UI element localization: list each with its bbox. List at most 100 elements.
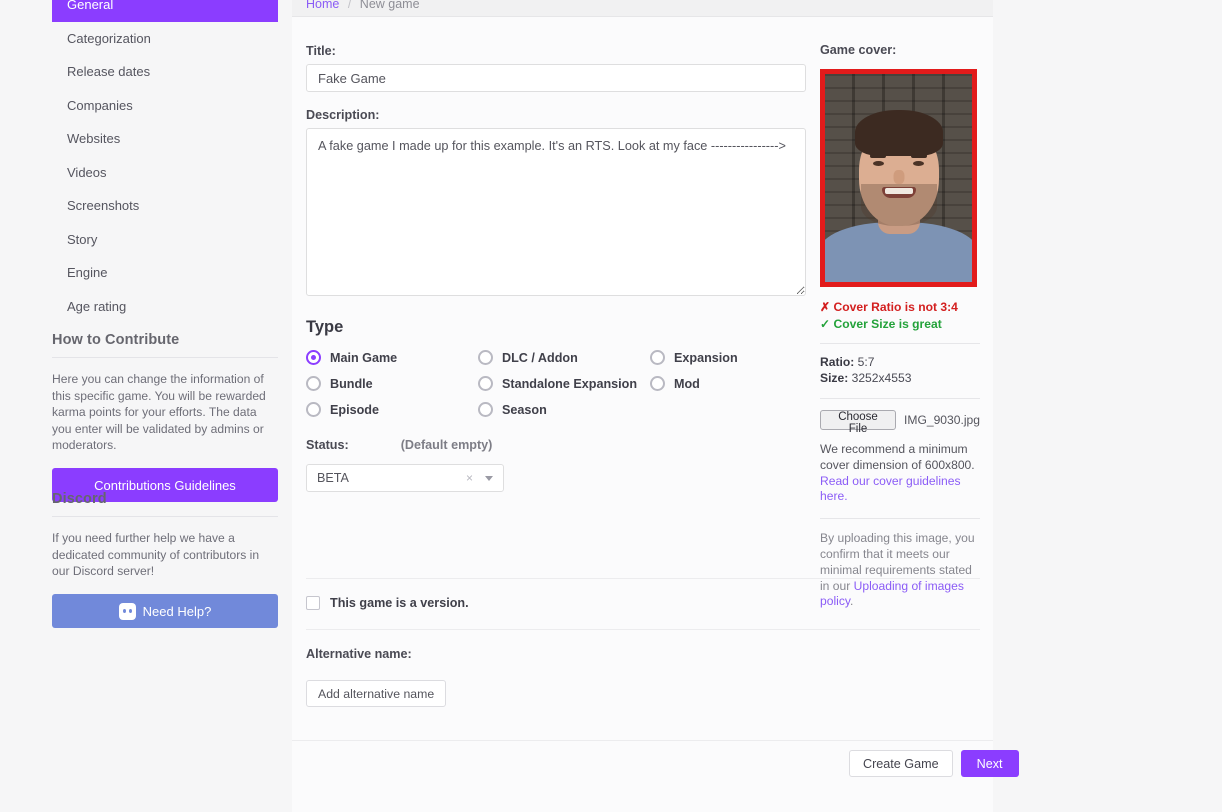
- cover-ratio-row: Ratio: 5:7: [820, 355, 980, 371]
- portrait-eye-left: [873, 161, 884, 166]
- portrait-brow-right: [911, 154, 927, 158]
- alternative-name-section: Alternative name: Add alternative name: [306, 647, 806, 707]
- cover-size-value: 3252x4553: [851, 370, 912, 385]
- radio-icon-standalone-expansion[interactable]: [478, 376, 493, 391]
- game-cover-label: Game cover:: [820, 43, 897, 57]
- checkbox-icon-version[interactable]: [306, 596, 320, 610]
- alternative-name-label: Alternative name:: [306, 647, 412, 661]
- validation-size: ✓ Cover Size is great: [820, 317, 980, 331]
- status-default-hint: (Default empty): [400, 438, 493, 452]
- sidebar-item-websites[interactable]: Websites: [52, 122, 278, 156]
- status-select[interactable]: BETA ×: [306, 464, 504, 492]
- cover-size-row: Size: 3252x4553: [820, 371, 980, 387]
- description-label: Description:: [306, 108, 380, 122]
- radio-icon-mod[interactable]: [650, 376, 665, 391]
- validation-ratio: ✗ Cover Ratio is not 3:4: [820, 300, 980, 314]
- breadcrumb-separator: /: [347, 0, 352, 11]
- discord-heading: Discord: [52, 491, 278, 517]
- status-section: Status: (Default empty) BETA ×: [306, 438, 806, 492]
- sidebar-item-age-rating[interactable]: Age rating: [52, 290, 278, 324]
- sidebar-item-release-dates[interactable]: Release dates: [52, 55, 278, 89]
- clear-icon[interactable]: ×: [466, 471, 473, 485]
- cover-divider-3: [820, 518, 980, 520]
- sidebar-item-story[interactable]: Story: [52, 223, 278, 257]
- divider-below-version: [306, 629, 980, 630]
- portrait-brow-left: [870, 154, 886, 158]
- sidebar-item-categorization[interactable]: Categorization: [52, 22, 278, 56]
- cover-size-key: Size:: [820, 370, 849, 385]
- need-help-label: Need Help?: [142, 603, 212, 619]
- type-option-mod[interactable]: Mod: [650, 376, 806, 391]
- add-alternative-name-button[interactable]: Add alternative name: [306, 680, 447, 707]
- radio-icon-season[interactable]: [478, 402, 493, 417]
- type-heading: Type: [306, 318, 344, 336]
- portrait-nose: [893, 170, 904, 184]
- cover-guidelines-link[interactable]: Read our cover guidelines here.: [820, 474, 961, 504]
- type-option-bundle[interactable]: Bundle: [306, 376, 478, 391]
- breadcrumb: Home / New game: [306, 0, 420, 11]
- version-checkbox-row[interactable]: This game is a version.: [306, 596, 806, 610]
- breadcrumb-current: New game: [359, 0, 420, 11]
- type-option-standalone-expansion[interactable]: Standalone Expansion: [478, 376, 650, 391]
- cover-recommendation-text: We recommend a minimum cover dimension o…: [820, 442, 975, 472]
- cover-portrait: [825, 74, 972, 282]
- type-option-main-game[interactable]: Main Game: [306, 350, 478, 365]
- version-checkbox-label: This game is a version.: [330, 596, 469, 610]
- cover-divider-1: [820, 343, 980, 344]
- game-form: Title: Description: A fake game I made u…: [306, 17, 980, 707]
- radio-icon-main-game[interactable]: [306, 350, 321, 365]
- chevron-down-icon[interactable]: [485, 475, 493, 481]
- radio-icon-bundle[interactable]: [306, 376, 321, 391]
- portrait-teeth: [884, 188, 913, 194]
- validation-ratio-text: Cover Ratio is not 3:4: [833, 300, 958, 314]
- create-game-button[interactable]: Create Game: [849, 750, 953, 777]
- radio-icon-expansion[interactable]: [650, 350, 665, 365]
- choose-file-button[interactable]: Choose File: [820, 410, 897, 435]
- next-button[interactable]: Next: [960, 750, 1019, 777]
- sidebar-item-companies[interactable]: Companies: [52, 89, 278, 123]
- status-label-row: Status: (Default empty): [306, 438, 806, 458]
- type-option-expansion[interactable]: Expansion: [650, 350, 806, 365]
- cover-divider-2: [820, 398, 980, 399]
- sidebar-item-videos[interactable]: Videos: [52, 156, 278, 190]
- footer-actions: Create Game Next: [849, 750, 1019, 777]
- sidebar-item-engine[interactable]: Engine: [52, 256, 278, 290]
- type-option-season[interactable]: Season: [478, 402, 650, 417]
- sidebar-item-general[interactable]: General: [52, 0, 278, 22]
- type-label-main-game: Main Game: [330, 350, 398, 365]
- breadcrumb-home-link[interactable]: Home: [306, 0, 339, 11]
- portrait-eye-right: [913, 161, 924, 166]
- how-to-contribute-section: How to Contribute Here you can change th…: [52, 332, 278, 502]
- cover-ratio-key: Ratio:: [820, 355, 855, 369]
- type-label-expansion: Expansion: [674, 350, 738, 365]
- type-option-episode[interactable]: Episode: [306, 402, 478, 417]
- type-label-standalone-expansion: Standalone Expansion: [502, 376, 638, 391]
- type-section: Type Main Game DLC / Addon Expansion Bun…: [306, 318, 806, 417]
- status-label: Status:: [306, 438, 349, 452]
- discord-icon: [118, 602, 136, 620]
- cover-image-preview[interactable]: [820, 69, 977, 287]
- page-root: Home / New game General Categorization R…: [0, 0, 1222, 812]
- cover-policy-period: .: [850, 594, 854, 609]
- cover-policy-note: By uploading this image, you confirm tha…: [820, 531, 980, 610]
- description-textarea[interactable]: A fake game I made up for this example. …: [306, 128, 806, 296]
- chosen-file-name: IMG_9030.jpg: [904, 413, 980, 427]
- need-help-button[interactable]: Need Help?: [52, 593, 278, 628]
- sidebar-item-screenshots[interactable]: Screenshots: [52, 189, 278, 223]
- sidebar-nav: General Categorization Release dates Com…: [52, 0, 278, 323]
- portrait-hair: [854, 110, 943, 156]
- sidebar: General Categorization Release dates Com…: [0, 0, 292, 812]
- title-input[interactable]: [306, 64, 806, 92]
- radio-icon-dlc-addon[interactable]: [478, 350, 493, 365]
- type-radio-group: Main Game DLC / Addon Expansion Bundle S…: [306, 350, 806, 417]
- cover-metadata: Ratio: 5:7 Size: 3252x4553: [820, 355, 980, 386]
- how-to-contribute-body: Here you can change the information of t…: [52, 372, 266, 453]
- radio-icon-episode[interactable]: [306, 402, 321, 417]
- type-option-dlc-addon[interactable]: DLC / Addon: [478, 350, 650, 365]
- discord-section: Discord If you need further help we have…: [52, 491, 278, 628]
- type-label-mod: Mod: [674, 376, 700, 391]
- file-upload-row: Choose File IMG_9030.jpg: [820, 410, 980, 435]
- footer-divider: [292, 740, 993, 741]
- discord-body: If you need further help we have a dedic…: [52, 531, 260, 579]
- type-label-dlc-addon: DLC / Addon: [502, 350, 578, 365]
